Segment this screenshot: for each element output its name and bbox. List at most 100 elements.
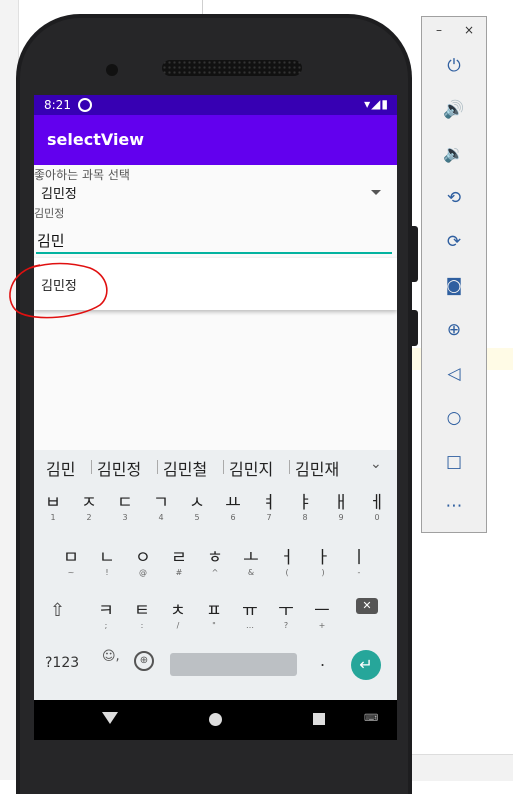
key-char: ㅏ [315, 548, 331, 568]
key-char: ㅅ [189, 493, 205, 513]
power-side-button[interactable] [412, 226, 418, 282]
key-hint: 5 [194, 513, 200, 522]
suggestion-divider [91, 460, 92, 474]
suggestion-item[interactable]: 김민지 [229, 456, 273, 480]
status-icons: ▾◢▮ [364, 97, 389, 111]
subject-spinner[interactable]: 김민정 [41, 183, 77, 202]
keyboard-key[interactable]: ㄷ3 [109, 490, 141, 530]
keyboard-key[interactable]: ㅋ; [90, 598, 122, 638]
nav-recents-icon[interactable] [313, 713, 325, 725]
spinner-dropdown-icon[interactable] [371, 190, 381, 195]
chevron-down-icon[interactable]: ⌄ [370, 456, 382, 472]
keyboard-key[interactable]: ㅜ? [270, 598, 302, 638]
backspace-icon[interactable]: ✕ [356, 598, 378, 614]
keyboard-key[interactable]: ㅂ1 [37, 490, 69, 530]
power-icon[interactable]: ⏻ [442, 54, 466, 78]
keyboard-key[interactable]: ㅍ " [198, 598, 230, 638]
key-hint: + [318, 621, 326, 630]
back-icon[interactable]: ◁ [442, 362, 466, 386]
key-char: ㅐ [333, 493, 349, 513]
keyboard-key[interactable]: ㅈ2 [73, 490, 105, 530]
keyboard-key[interactable]: ㄹ # [163, 545, 195, 585]
keyboard-key[interactable]: ㅐ9 [325, 490, 357, 530]
keyboard-key[interactable]: ㄱ4 [145, 490, 177, 530]
keyboard-key[interactable]: ㅁ ~ [55, 545, 87, 585]
keyboard: 김민 김민정 김민철 김민지 김민재 ⌄ ㅂ1ㅈ2ㄷ3ㄱ4ㅅ5ㅛ6ㅕ7ㅑ8ㅐ9ㅔ… [34, 450, 397, 700]
key-char: ㅋ [98, 601, 114, 621]
overview-icon[interactable]: □ [442, 450, 466, 474]
keyboard-key[interactable]: ㅎ ^ [199, 545, 231, 585]
more-icon[interactable]: ⋯ [442, 494, 466, 518]
key-hint: 6 [230, 513, 236, 522]
key-char: ㅊ [170, 601, 186, 621]
key-hint: @ [139, 568, 147, 577]
keyboard-key[interactable]: ㅑ8 [289, 490, 321, 530]
rotate-left-icon[interactable]: ⟲ [442, 186, 466, 210]
key-char: ㄴ [99, 548, 115, 568]
symbols-key[interactable]: ?123 [45, 655, 79, 671]
keyboard-key[interactable]: ㅔ0 [361, 490, 393, 530]
suggestion-item[interactable]: 김민철 [163, 456, 207, 480]
suggestion-item[interactable]: 김민재 [295, 456, 339, 480]
volume-down-icon[interactable]: 🔉 [442, 142, 466, 166]
field-label: 김민정 [34, 207, 65, 220]
key-hint: 0 [374, 513, 380, 522]
keyboard-key[interactable]: ㅅ5 [181, 490, 213, 530]
close-button[interactable]: × [464, 23, 474, 37]
emoji-key[interactable]: ☺, [102, 649, 120, 664]
key-char: ㅎ [207, 548, 223, 568]
volume-up-icon[interactable]: 🔊 [442, 98, 466, 122]
key-hint: : [140, 621, 144, 630]
dropdown-item[interactable]: 김민정 [41, 275, 77, 294]
spinner-label: 좋아하는 과목 선택 [34, 168, 130, 182]
period-key[interactable]: . [320, 651, 325, 670]
shift-icon[interactable]: ⇧ [50, 600, 65, 621]
keyboard-key[interactable]: ㅊ / [162, 598, 194, 638]
home-icon[interactable]: ○ [442, 406, 466, 430]
nav-back-icon[interactable] [102, 712, 118, 724]
suggestion-item[interactable]: 김민정 [97, 456, 141, 480]
key-hint: ? [283, 621, 289, 630]
key-hint: 8 [302, 513, 308, 522]
input-value[interactable]: 김민 [37, 230, 65, 251]
nav-home-icon[interactable] [209, 713, 222, 726]
space-key[interactable] [170, 653, 297, 676]
suggestion-item[interactable]: 김민 [46, 456, 75, 480]
rotate-right-icon[interactable]: ⟳ [442, 230, 466, 254]
device-screen: 8:21 ▾◢▮ selectView 좋아하는 과목 선택 김민정 김민정 김… [34, 95, 397, 740]
keyboard-key[interactable]: ㅛ6 [217, 490, 249, 530]
key-char: ㅡ [314, 601, 330, 621]
keyboard-key[interactable]: ㅏ) [307, 545, 339, 585]
navigation-bar: ⌨ [34, 700, 397, 740]
globe-icon[interactable]: ⊕ [134, 651, 154, 671]
key-hint: 7 [266, 513, 272, 522]
key-char: ㅔ [369, 493, 385, 513]
keyboard-key[interactable]: ㅇ @ [127, 545, 159, 585]
autocomplete-input[interactable]: 김민 [36, 228, 392, 254]
keyboard-key[interactable]: ㅌ: [126, 598, 158, 638]
minimize-button[interactable]: – [436, 23, 442, 37]
front-camera [106, 64, 118, 76]
key-hint: # [175, 568, 183, 577]
keyboard-key[interactable]: ㅠ… [234, 598, 266, 638]
keyboard-key[interactable]: ㅗ & [235, 545, 267, 585]
suggestion-divider [223, 460, 224, 474]
key-hint: 3 [122, 513, 128, 522]
enter-icon[interactable]: ↵ [351, 650, 381, 680]
keyboard-key[interactable]: ㅕ7 [253, 490, 285, 530]
keyboard-switch-icon[interactable]: ⌨ [364, 713, 378, 724]
volume-side-button[interactable] [412, 310, 418, 346]
camera-icon[interactable]: ◙ [442, 274, 466, 298]
key-hint: ; [104, 621, 108, 630]
keyboard-key[interactable]: ㅣ- [343, 545, 375, 585]
keyboard-key[interactable]: ㅡ + [306, 598, 338, 638]
keyboard-key[interactable]: ㅓ( [271, 545, 303, 585]
key-hint: ! [105, 568, 109, 577]
keyboard-key[interactable]: ㄴ! [91, 545, 123, 585]
key-char: ㅜ [278, 601, 294, 621]
key-char: ㅂ [45, 493, 61, 513]
background-window-bottom [410, 754, 513, 781]
zoom-icon[interactable]: ⊕ [442, 318, 466, 342]
key-char: ㅕ [261, 493, 277, 513]
key-char: ㅛ [225, 493, 241, 513]
